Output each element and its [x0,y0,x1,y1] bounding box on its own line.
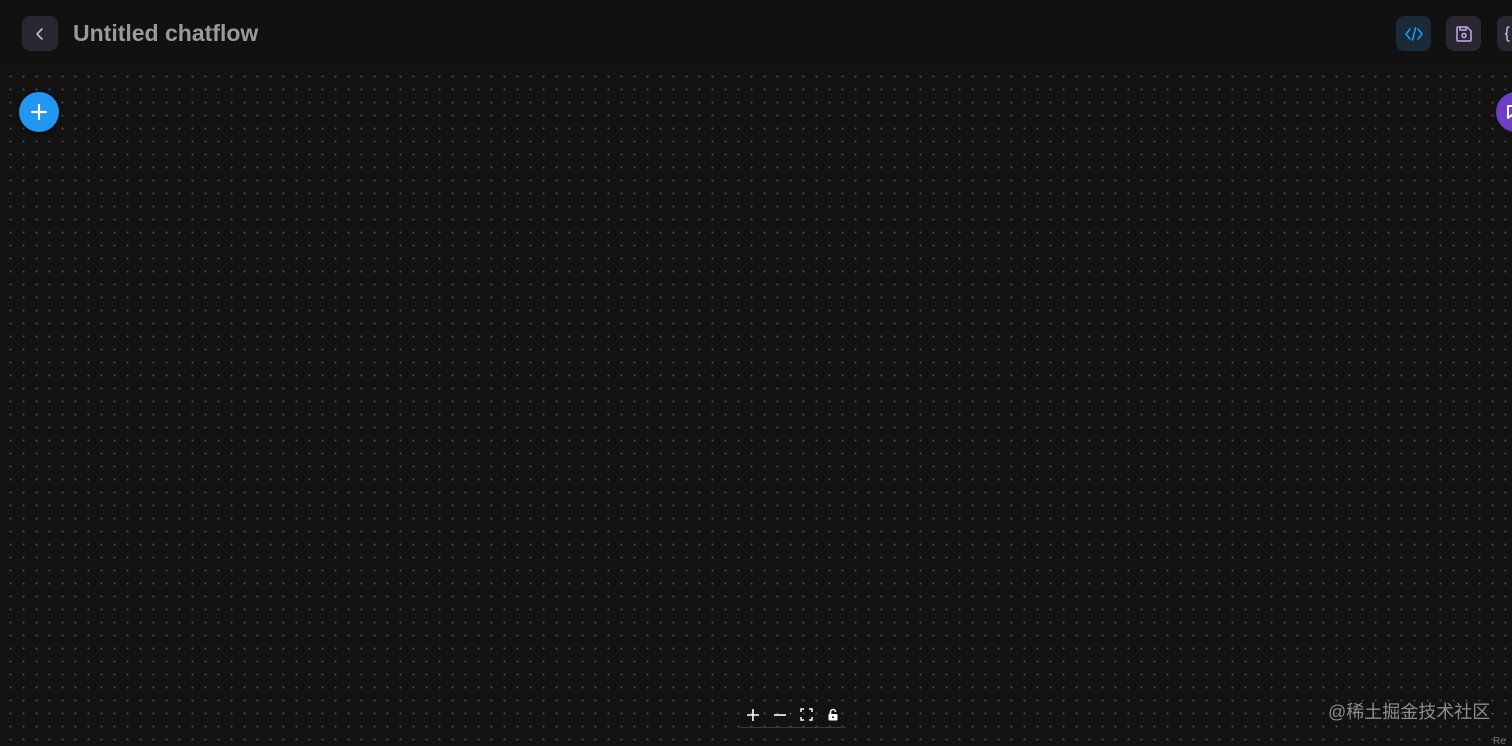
zoom-out-button[interactable] [770,705,790,725]
fullscreen-icon [800,708,813,721]
lock-button[interactable] [823,705,843,725]
back-button[interactable] [22,16,58,51]
zoom-out-icon [773,713,786,716]
header-bar: Untitled chatflow [0,0,1512,66]
attribution-link[interactable]: Re [1493,736,1506,746]
page-title: Untitled chatflow [73,20,259,46]
api-settings-button[interactable] [1497,16,1512,51]
chat-bubble-icon [1507,105,1512,119]
zoom-in-button[interactable] [743,705,763,725]
braces-icon [1504,25,1510,42]
canvas-controls [740,702,846,728]
flow-canvas[interactable] [0,66,1512,746]
embed-code-button[interactable] [1396,16,1431,51]
zoom-in-icon [747,708,760,721]
app-window: Untitled chatflow @稀土掘金技术社区 Re [0,0,1512,746]
watermark-text: @稀土掘金技术社区 [1328,702,1491,722]
chevron-left-icon [36,27,43,40]
lock-icon [828,708,838,721]
fit-view-button[interactable] [796,705,816,725]
add-node-button[interactable] [19,92,59,132]
save-icon [1455,25,1472,42]
save-chatflow-button[interactable] [1446,16,1481,51]
plus-icon [30,103,48,121]
code-icon [1404,26,1423,41]
